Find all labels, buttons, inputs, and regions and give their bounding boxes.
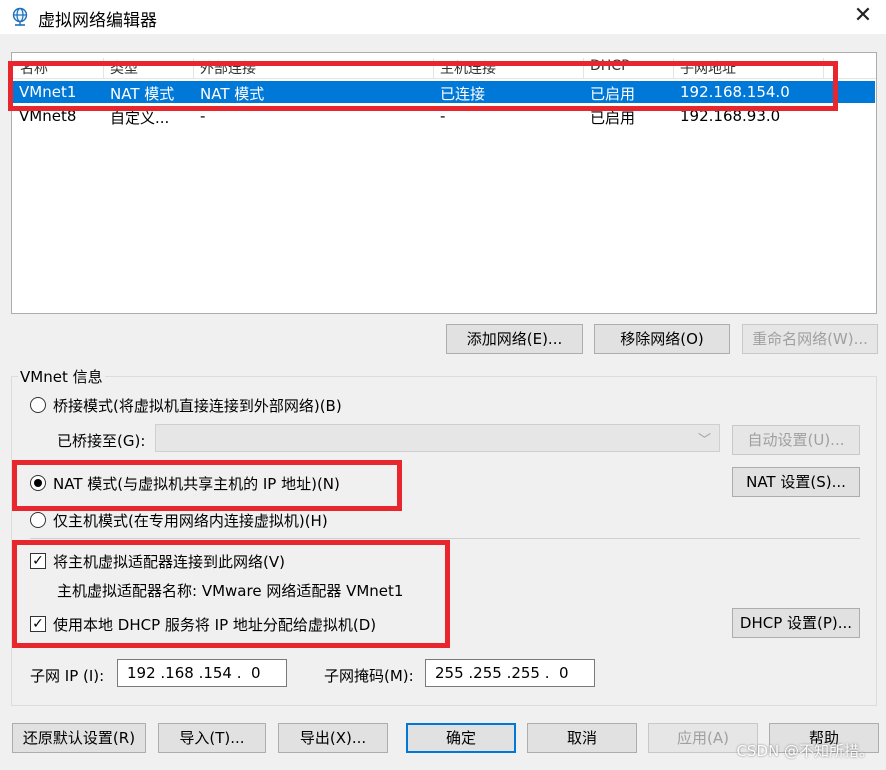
watermark-text: CSDN @不知所措。: [736, 742, 874, 760]
close-icon[interactable]: ✕: [848, 2, 878, 32]
highlight-box-selected-row: [8, 61, 838, 111]
window-title: 虚拟网络编辑器: [38, 11, 157, 31]
bridged-mode-label: 桥接模式(将虚拟机直接连接到外部网络)(B): [53, 397, 342, 415]
host-only-mode-radio[interactable]: [30, 512, 46, 528]
remove-network-button[interactable]: 移除网络(O): [594, 324, 730, 354]
auto-settings-button[interactable]: 自动设置(U)...: [732, 425, 860, 455]
subnet-ip-label: 子网 IP (I):: [30, 667, 105, 685]
ok-button[interactable]: 确定: [406, 723, 516, 753]
nat-settings-button[interactable]: NAT 设置(S)...: [732, 467, 860, 497]
title-bar: 虚拟网络编辑器 ✕: [0, 0, 886, 34]
subnet-ip-input[interactable]: 192 .168 .154 . 0: [117, 659, 287, 687]
highlight-box-adapter-dhcp: [12, 540, 450, 648]
subnet-mask-input[interactable]: 255 .255 .255 . 0: [425, 659, 595, 687]
subnet-mask-label: 子网掩码(M):: [324, 667, 414, 685]
separator: [30, 538, 860, 539]
bridged-to-label: 已桥接至(G):: [57, 432, 146, 450]
network-globe-icon: [12, 7, 28, 26]
highlight-box-nat-mode: [12, 460, 402, 511]
bridged-to-select[interactable]: ﹀: [155, 424, 720, 452]
restore-defaults-button[interactable]: 还原默认设置(R): [12, 723, 146, 753]
host-only-mode-label: 仅主机模式(在专用网络内连接虚拟机)(H): [53, 512, 328, 530]
import-button[interactable]: 导入(T)...: [158, 723, 266, 753]
vmnet-info-legend: VMnet 信息: [18, 366, 105, 387]
add-network-button[interactable]: 添加网络(E)...: [446, 324, 583, 354]
bridged-mode-radio[interactable]: [30, 397, 46, 413]
dhcp-settings-button[interactable]: DHCP 设置(P)...: [732, 608, 860, 638]
virtual-network-editor-window: 虚拟网络编辑器 ✕ 名称 类型 外部连接 主机连接 DHCP 子网地址 VMne…: [0, 0, 886, 770]
rename-network-button[interactable]: 重命名网络(W)...: [742, 324, 878, 354]
chevron-down-icon: ﹀: [697, 433, 711, 448]
export-button[interactable]: 导出(X)...: [278, 723, 388, 753]
cancel-button[interactable]: 取消: [527, 723, 637, 753]
